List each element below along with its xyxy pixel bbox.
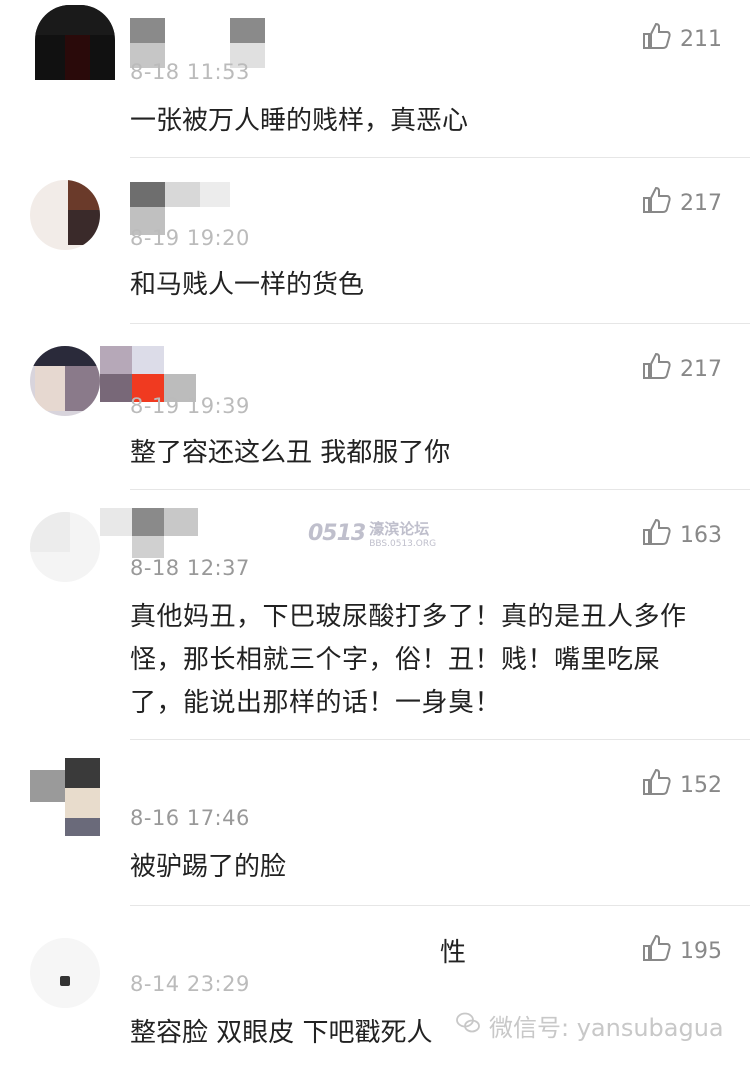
- like-count: 211: [680, 26, 722, 52]
- avatar[interactable]: [30, 346, 100, 416]
- like-button[interactable]: 217: [640, 184, 722, 222]
- like-button[interactable]: 163: [640, 516, 722, 554]
- forum-logo: 0513: [308, 521, 366, 546]
- avatar[interactable]: [30, 180, 100, 250]
- username-fragment[interactable]: 性: [440, 932, 467, 969]
- avatar[interactable]: [30, 938, 100, 1008]
- wechat-id: 微信号: yansubagua: [489, 1014, 724, 1042]
- comment-time: 8-14 23:29: [130, 972, 250, 996]
- thumbs-up-icon: [640, 20, 680, 58]
- comment-text: 真他妈丑，下巴玻尿酸打多了！真的是丑人多作怪，那长相就三个字，俗！丑！贱！嘴里吃…: [130, 602, 687, 718]
- username-blurred[interactable]: [100, 508, 270, 558]
- comment-item: 152 8-16 17:46 被驴踢了的脸: [0, 740, 750, 906]
- comment-item: 217 8-19 19:20 和马贱人一样的货色: [0, 158, 750, 324]
- wechat-watermark: 微信号: yansubagua: [455, 1008, 724, 1043]
- comment-item: 211 8-18 11:53 一张被万人睡的贱样，真恶心: [0, 0, 750, 158]
- like-button[interactable]: 217: [640, 350, 722, 388]
- avatar[interactable]: [30, 512, 100, 582]
- like-count: 163: [680, 522, 722, 548]
- forum-url: BBS.0513.ORG: [369, 539, 437, 549]
- wechat-icon: [455, 1010, 489, 1042]
- comment-item: 217 8-19 19:39 整了容还这么丑 我都服了你: [0, 324, 750, 490]
- thumbs-up-icon: [640, 184, 680, 222]
- like-button[interactable]: 195: [640, 932, 722, 970]
- comment-time: 8-19 19:39: [130, 394, 250, 418]
- comment-text: 和马贱人一样的货色: [130, 270, 365, 300]
- forum-name: 濠滨论坛: [369, 520, 430, 538]
- like-count: 217: [680, 190, 722, 216]
- thumbs-up-icon: [640, 350, 680, 388]
- comment-item: 0513 濠滨论坛 BBS.0513.ORG 163 8-18 12:37 真他…: [0, 490, 750, 740]
- avatar[interactable]: [30, 758, 100, 836]
- comment-text: 一张被万人睡的贱样，真恶心: [130, 106, 469, 136]
- comment-text: 被驴踢了的脸: [130, 852, 287, 882]
- forum-watermark: 0513 濠滨论坛 BBS.0513.ORG: [308, 518, 436, 549]
- comment-time: 8-18 11:53: [130, 60, 250, 84]
- comment-text: 整了容还这么丑 我都服了你: [130, 438, 451, 468]
- username-blurred[interactable]: [100, 346, 270, 402]
- like-count: 217: [680, 356, 722, 382]
- comment-time: 8-19 19:20: [130, 226, 250, 250]
- comment-time: 8-18 12:37: [130, 556, 250, 580]
- thumbs-up-icon: [640, 516, 680, 554]
- like-count: 195: [680, 938, 722, 964]
- thumbs-up-icon: [640, 932, 680, 970]
- username-blurred[interactable]: [130, 18, 270, 68]
- username-blurred[interactable]: [130, 182, 270, 235]
- comment-time: 8-16 17:46: [130, 806, 250, 830]
- like-button[interactable]: 152: [640, 766, 722, 804]
- avatar[interactable]: [35, 5, 115, 80]
- thumbs-up-icon: [640, 766, 680, 804]
- like-button[interactable]: 211: [640, 20, 722, 58]
- like-count: 152: [680, 772, 722, 798]
